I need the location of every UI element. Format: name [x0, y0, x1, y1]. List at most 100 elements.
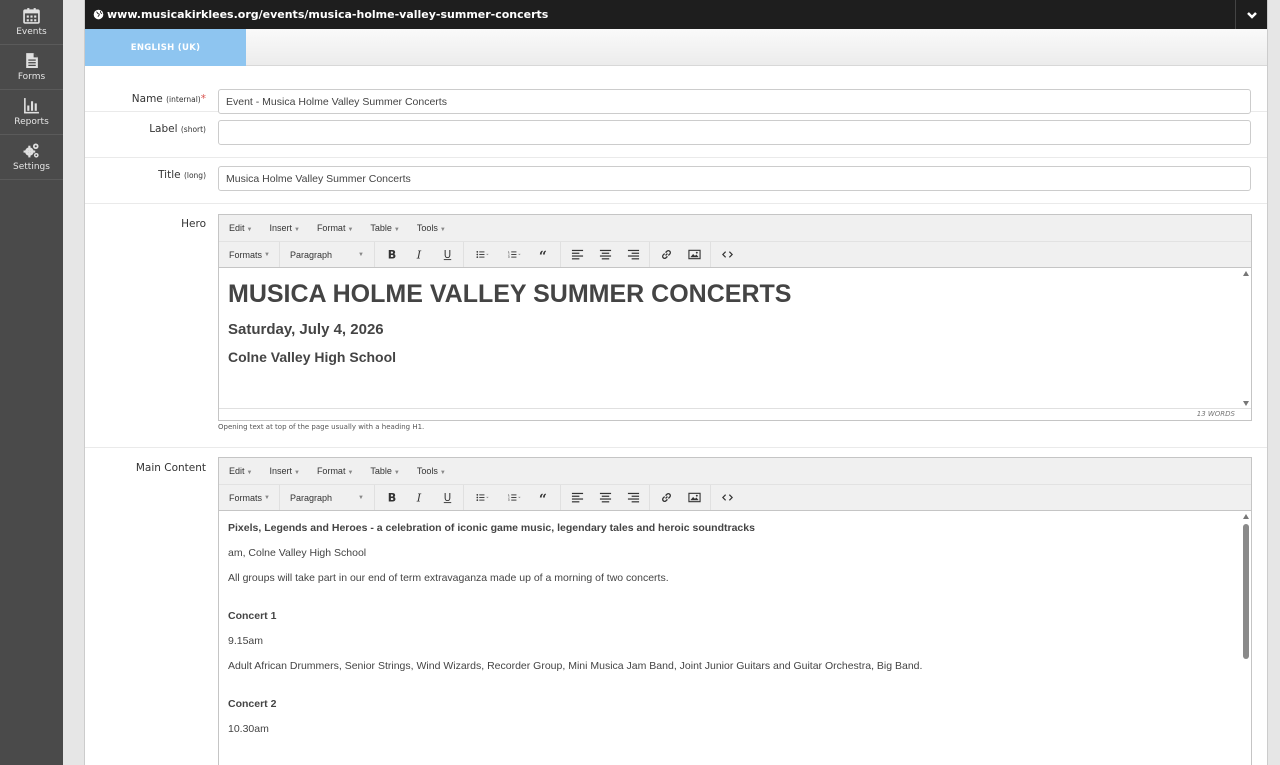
svg-text:“: “: [538, 249, 546, 261]
align-left-icon: [571, 492, 583, 503]
globe-icon: [93, 9, 104, 20]
numbered-list-button[interactable]: 123: [498, 242, 530, 267]
main-content-area[interactable]: Pixels, Legends and Heroes - a celebrati…: [219, 511, 1251, 765]
image-button[interactable]: [680, 485, 708, 510]
image-button[interactable]: [680, 242, 708, 267]
align-left-button[interactable]: [563, 242, 591, 267]
label-label: Label (short): [149, 123, 206, 135]
title-field[interactable]: Musica Holme Valley Summer Concerts: [218, 166, 1251, 191]
name-label: Name (internal)*: [132, 93, 206, 105]
align-right-button[interactable]: [619, 485, 647, 510]
intro-paragraph: Pixels, Legends and Heroes - a celebrati…: [228, 522, 755, 534]
italic-icon: I: [415, 492, 421, 504]
sidebar-item-reports[interactable]: Reports: [0, 90, 63, 135]
content-area: www.musicakirklees.org/events/musica-hol…: [63, 0, 1280, 765]
edit-panel: www.musicakirklees.org/events/musica-hol…: [84, 0, 1268, 765]
link-button[interactable]: [652, 485, 680, 510]
menu-table[interactable]: Table ▼: [370, 223, 399, 233]
paragraph-dropdown[interactable]: Paragraph ▼: [280, 485, 374, 510]
align-center-icon: [599, 492, 611, 503]
quote-icon: “: [538, 249, 546, 261]
sidebar-item-events[interactable]: Events: [0, 0, 63, 45]
formats-label: Formats: [229, 249, 263, 260]
menu-format[interactable]: Format ▼: [317, 223, 353, 233]
menu-insert[interactable]: Insert ▼: [269, 223, 299, 233]
svg-text:3: 3: [508, 255, 510, 259]
source-code-button[interactable]: [713, 242, 741, 267]
concert-1-groups: Adult African Drummers, Senior Strings, …: [228, 660, 923, 672]
blockquote-button[interactable]: “: [530, 485, 558, 510]
blockquote-button[interactable]: “: [530, 242, 558, 267]
underline-icon: U: [443, 493, 451, 504]
align-left-button[interactable]: [563, 485, 591, 510]
svg-text:B: B: [387, 492, 395, 504]
quote-icon: “: [538, 492, 546, 504]
menu-table-label: Table: [370, 466, 392, 476]
link-icon: [661, 493, 671, 502]
align-center-button[interactable]: [591, 485, 619, 510]
page-url: www.musicakirklees.org/events/musica-hol…: [107, 8, 549, 21]
bold-button[interactable]: B: [377, 242, 405, 267]
hero-content-area[interactable]: MUSICA HOLME VALLEY SUMMER CONCERTS Satu…: [219, 268, 1251, 408]
menu-format-label: Format: [316, 466, 346, 476]
main-content-label: Main Content: [135, 462, 206, 474]
scroll-up-arrow[interactable]: [1243, 271, 1249, 276]
label-field[interactable]: [218, 120, 1251, 145]
menu-table[interactable]: Table ▼: [370, 466, 399, 476]
label-row: Label (short): [85, 112, 1267, 158]
hero-help-text: Opening text at top of the page usually …: [218, 423, 425, 431]
sidebar-item-forms[interactable]: Forms: [0, 45, 63, 90]
source-code-button[interactable]: [713, 485, 741, 510]
label-label-text: Label: [149, 123, 178, 135]
svg-text:U: U: [443, 493, 450, 504]
underline-button[interactable]: U: [433, 242, 461, 267]
bold-button[interactable]: B: [377, 485, 405, 510]
tab-english-uk[interactable]: ENGLISH (UK): [85, 29, 246, 66]
formats-dropdown[interactable]: Formats ▼: [219, 242, 279, 267]
main-menubar: Edit ▼ Insert ▼ Format ▼ Table ▼ Tools ▼: [219, 458, 1251, 484]
menu-format[interactable]: Format ▼: [317, 466, 353, 476]
menu-insert[interactable]: Insert ▼: [269, 466, 299, 476]
sidebar-item-label: Reports: [14, 117, 49, 127]
title-label: Title (long): [158, 169, 206, 181]
align-right-button[interactable]: [619, 242, 647, 267]
concert-2-title: Concert 2: [228, 698, 277, 710]
main-content-editor: Edit ▼ Insert ▼ Format ▼ Table ▼ Tools ▼ Form…: [218, 457, 1252, 765]
numbered-list-button[interactable]: 123: [498, 485, 530, 510]
align-center-button[interactable]: [591, 242, 619, 267]
bullet-list-icon: [475, 251, 489, 258]
underline-button[interactable]: U: [433, 485, 461, 510]
formats-dropdown[interactable]: Formats ▼: [219, 485, 279, 510]
sidebar: Events Forms Reports Settings: [0, 0, 63, 765]
hero-heading-1: MUSICA HOLME VALLEY SUMMER CONCERTS: [228, 280, 792, 308]
language-tabs: ENGLISH (UK): [85, 29, 1267, 66]
required-mark: *: [200, 93, 206, 105]
menu-edit-label: Edit: [229, 223, 245, 233]
menu-edit[interactable]: Edit ▼: [229, 223, 252, 233]
main-content-row: Main Content Edit ▼ Insert ▼ Format ▼ Table…: [85, 448, 1267, 765]
label-qualifier: (short): [180, 125, 206, 134]
menu-edit-label: Edit: [229, 466, 245, 476]
svg-text:I: I: [415, 492, 421, 504]
italic-button[interactable]: I: [405, 242, 433, 267]
scroll-down-arrow[interactable]: [1243, 401, 1249, 406]
scroll-up-arrow[interactable]: [1243, 514, 1249, 519]
bullet-list-button[interactable]: [466, 242, 498, 267]
scrollbar-thumb[interactable]: [1243, 524, 1249, 659]
svg-text:B: B: [387, 249, 395, 261]
paragraph-dropdown[interactable]: Paragraph ▼: [280, 242, 374, 267]
menu-edit[interactable]: Edit ▼: [229, 466, 252, 476]
menu-tools[interactable]: Tools ▼: [417, 466, 446, 476]
name-row: Name (internal)* Event - Musica Holme Va…: [85, 66, 1267, 114]
hero-menubar: Edit ▼ Insert ▼ Format ▼ Table ▼ Tools ▼: [219, 215, 1251, 241]
bullet-list-button[interactable]: [466, 485, 498, 510]
italic-button[interactable]: I: [405, 485, 433, 510]
concert-1-title: Concert 1: [228, 610, 277, 622]
venue-paragraph: am, Colne Valley High School: [228, 547, 367, 559]
menu-tools[interactable]: Tools ▼: [417, 223, 446, 233]
name-field[interactable]: Event - Musica Holme Valley Summer Conce…: [218, 89, 1251, 114]
sidebar-item-settings[interactable]: Settings: [0, 135, 63, 180]
collapse-button[interactable]: [1235, 0, 1267, 29]
link-button[interactable]: [652, 242, 680, 267]
numbered-list-icon: 123: [508, 250, 521, 259]
